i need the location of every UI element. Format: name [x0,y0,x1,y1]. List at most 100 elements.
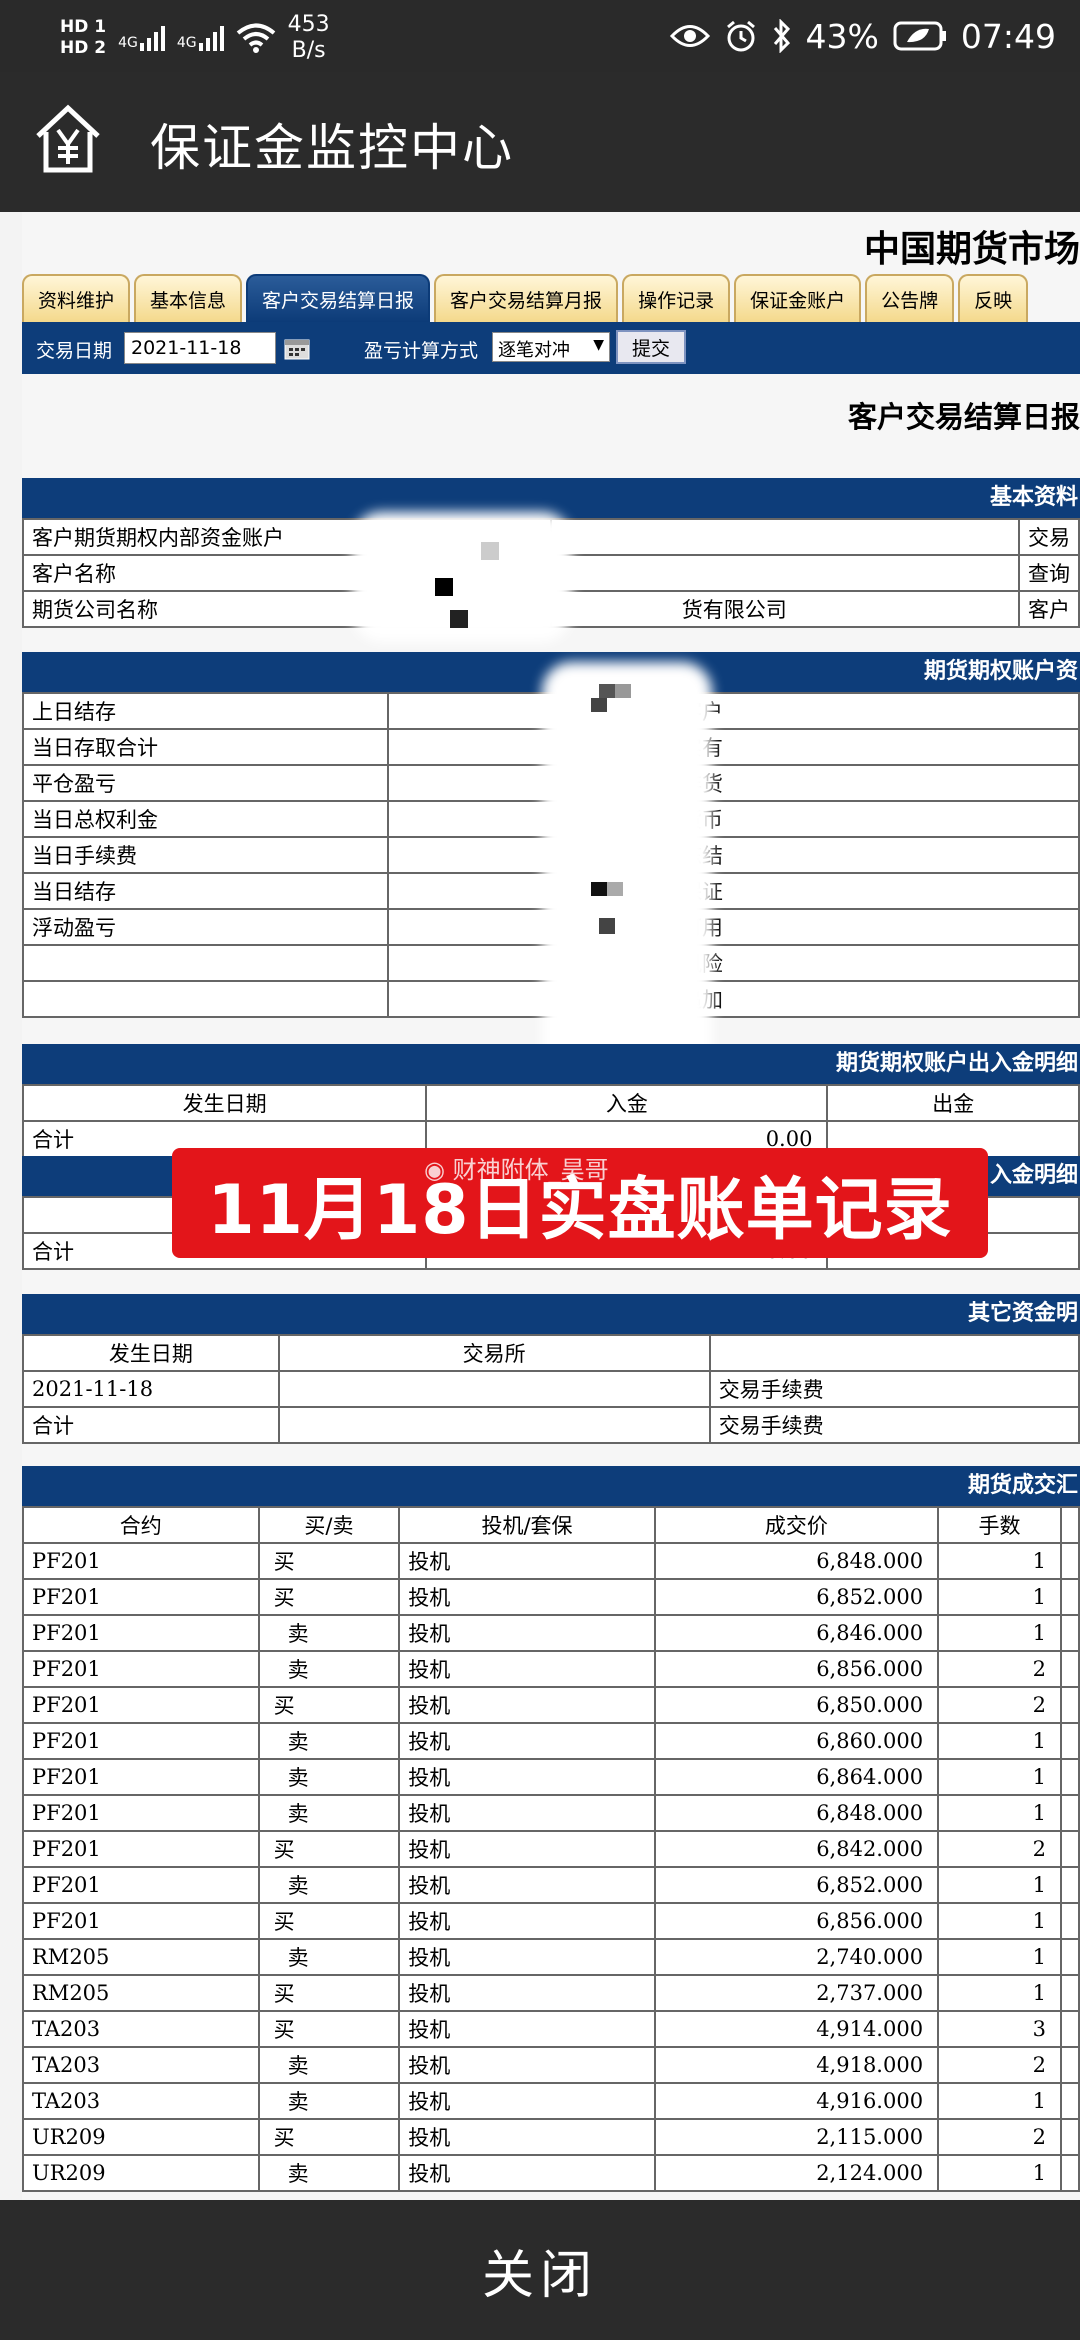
cell-side: 卖 [257,1758,401,1796]
cell-more [1059,1686,1080,1724]
cell-price: 6,846.000 [653,1614,940,1652]
home-yuan-icon[interactable] [34,104,102,174]
calendar-icon[interactable] [284,336,310,360]
table-row: PF201 买投机 6,850.000 2 [22,1686,1080,1724]
cell-lots: 1 [937,1722,1062,1760]
cell-hedge: 投机 [398,2010,656,2048]
query-toolbar: 交易日期 2021-11-18 盈亏计算方式 逐笔对冲 ▼ 提交 [22,322,1080,374]
tab-margin-account[interactable]: 保证金账户 [734,274,862,322]
cell-hedge: 投机 [398,1938,656,1976]
cell-contract: RM205 [22,1938,260,1976]
row-date: 2021-11-18 [22,1370,280,1408]
table-row: RM205 卖投机 2,740.000 1 [22,1938,1080,1976]
close-button[interactable]: 关闭 [0,2200,1080,2340]
date-input[interactable]: 2021-11-18 [124,332,276,364]
watermark-text: 财神附体_昊哥 [452,1156,609,1184]
table-row: PF201 卖投机 6,860.000 1 [22,1722,1080,1760]
cell-more [1059,2118,1080,2156]
cell-lots: 2 [937,2118,1062,2156]
table-row: 发生日期 入金 出金 [21,1084,1080,1122]
row-right: 货币 [670,800,1080,838]
net1-label: 4G [118,35,138,51]
redaction-pixel [481,542,499,560]
tab-profile[interactable]: 资料维护 [22,274,131,322]
cell-lots: 1 [937,1974,1062,2012]
row-right: 保证 [670,872,1080,910]
cell-contract: TA203 [22,2010,260,2048]
submit-button[interactable]: 提交 [616,330,686,364]
tab-monthly-report[interactable]: 客户交易结算月报 [434,274,619,322]
cell-side: 卖 [257,2154,401,2192]
web-content: 中国期货市场 资料维护 基本信息 客户交易结算日报 客户交易结算月报 操作记录 … [0,212,1080,2200]
watermark: ◉ 财神附体_昊哥 [424,1150,609,1185]
cell-contract: PF201 [22,1578,260,1616]
deposit-withdrawal-table: 发生日期 入金 出金 合计 0.00 [21,1084,1080,1158]
col-date: 发生日期 [22,1334,280,1372]
row-label: 平仓盈亏 [21,764,390,802]
cell-lots: 2 [937,1650,1062,1688]
cell-side: 卖 [257,2046,401,2084]
row-label [21,944,390,982]
cell-price: 6,852.000 [653,1866,940,1904]
cell-side: 卖 [257,1938,401,1976]
cell-contract: PF201 [22,1830,260,1868]
tab-basic-info[interactable]: 基本信息 [134,274,243,322]
cell-lots: 1 [937,1938,1062,1976]
app-bar: 保证金监控中心 [0,72,1080,212]
trades-header: 期货成交汇 [22,1466,1080,1506]
cell-contract: TA203 [22,2046,260,2084]
tab-bulletin[interactable]: 公告牌 [865,274,955,322]
cell-contract: PF201 [22,1794,260,1832]
cell-lots: 2 [937,1686,1062,1724]
report-title: 客户交易结算日报 [847,400,1080,434]
cell-hedge: 投机 [398,1974,656,2012]
row-right: 交易 [1017,518,1080,556]
row-value [549,554,1020,592]
cell-lots: 1 [937,1902,1062,1940]
battery-percent: 43% [805,16,879,56]
col-price: 成交价 [653,1506,940,1544]
redaction-pixel [599,684,615,698]
cell-price: 6,842.000 [653,1830,940,1868]
cell-price: 6,864.000 [653,1758,940,1796]
cell-hedge: 投机 [398,1794,656,1832]
table-row: UR209 卖投机 2,124.000 1 [22,2154,1080,2192]
cell-hedge: 投机 [398,1686,656,1724]
row-label: 当日总权利金 [21,800,390,838]
report-page: 中国期货市场 资料维护 基本信息 客户交易结算日报 客户交易结算月报 操作记录 … [21,212,1080,2200]
row-label: 当日结存 [21,872,390,910]
other-funds-section: 其它资金明 发生日期 交易所 2021-11-18 交易手续费 合计 交易手续费 [22,1294,1080,1444]
app-title: 保证金监控中心 [150,119,514,177]
redaction-pixel [607,882,623,896]
wifi-icon [236,23,275,53]
cell-contract: PF201 [22,1758,260,1796]
cell-side: 卖 [257,1866,401,1904]
pnl-mode-select[interactable]: 逐笔对冲 ▼ [492,332,610,362]
trades-table: 合约 买/卖 投机/套保 成交价 手数 PF201 买投机 6,848.000 1 PF… [22,1506,1080,2192]
bluetooth-icon [773,19,790,53]
net2-label: 4G [176,35,197,51]
hd2-label: HD 2 [60,38,107,58]
cell-side: 买 [257,2118,401,2156]
table-row: PF201 买投机 6,856.000 1 [22,1902,1080,1940]
tab-feedback[interactable]: 反映 [958,274,1029,322]
cell-more [1059,1902,1080,1940]
redaction-pixel [599,918,615,934]
other-funds-header: 其它资金明 [22,1294,1080,1334]
tab-operation-log[interactable]: 操作记录 [622,274,731,322]
col-side: 买/卖 [257,1506,401,1544]
cell-contract: PF201 [22,1722,260,1760]
col-out: 出金 [826,1084,1080,1122]
row-right: 客户 [1017,590,1080,628]
row-type: 交易手续费 [708,1370,1080,1408]
speed-unit: B/s [291,38,326,63]
col-lots: 手数 [937,1506,1062,1544]
row-type: 交易手续费 [708,1406,1080,1444]
table-row: 合计 交易手续费 [22,1406,1080,1444]
cell-contract: RM205 [22,1974,260,2012]
cell-contract: PF201 [22,1650,260,1688]
cell-price: 2,124.000 [653,2154,940,2192]
tab-daily-report[interactable]: 客户交易结算日报 [246,274,431,322]
row-right: 冻结 [670,836,1080,874]
cell-lots: 1 [937,1542,1062,1580]
